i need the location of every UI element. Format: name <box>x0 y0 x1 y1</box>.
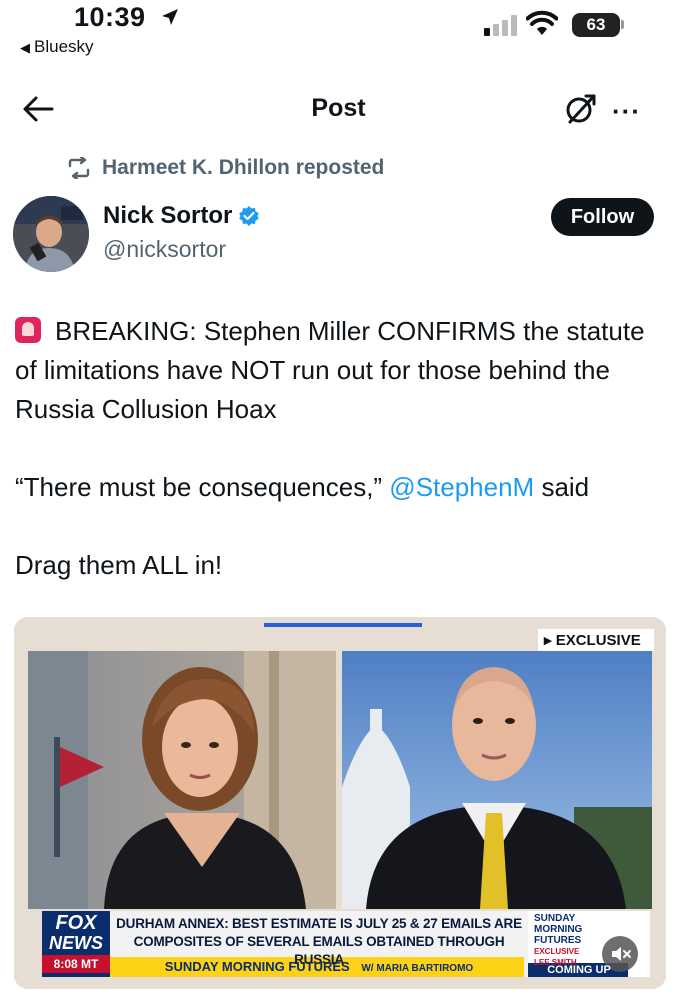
chyron-line-1: DURHAM ANNEX: BEST ESTIMATE IS JULY 25 &… <box>116 916 522 931</box>
side-logo-line-2: MORNING <box>534 924 583 935</box>
cellular-signal-icon <box>484 14 520 36</box>
side-logo-line-3: FUTURES <box>534 935 582 946</box>
mention-link[interactable]: @StephenM <box>389 472 534 502</box>
side-logo-line-1: SUNDAY <box>534 913 576 924</box>
post-paragraph-1: BREAKING: Stephen Miller CONFIRMS the st… <box>15 312 665 429</box>
mute-icon[interactable] <box>610 945 632 963</box>
fox-logo-top: FOX <box>55 912 97 934</box>
coming-up-label: COMING UP <box>547 964 611 976</box>
post-body: BREAKING: Stephen Miller CONFIRMS the st… <box>15 312 665 585</box>
siren-emoji-icon <box>15 317 41 343</box>
more-options-icon[interactable]: ··· <box>612 96 641 127</box>
back-triangle-icon: ◀ <box>20 40 30 55</box>
post-quote-said: said <box>534 472 590 502</box>
repost-indicator[interactable]: Harmeet K. Dhillon reposted <box>66 156 384 180</box>
follow-button[interactable]: Follow <box>551 198 654 236</box>
verified-badge-icon <box>239 206 260 226</box>
author-name[interactable]: Nick Sortor <box>103 202 260 230</box>
wifi-icon <box>526 10 558 35</box>
location-arrow-icon <box>162 9 178 25</box>
post-header: Post ··· <box>0 82 677 138</box>
avatar-image <box>13 196 89 272</box>
side-exclusive: EXCLUSIVE <box>534 947 580 956</box>
battery-tip <box>621 20 624 29</box>
post-paragraph-3: Drag them ALL in! <box>15 550 223 580</box>
broadcast-clock: 8:08 MT <box>53 957 99 971</box>
side-show-logo: SUNDAY MORNING FUTURES EXCLUSIVE LEE SMI… <box>534 913 614 968</box>
fox-news-logo: FOX NEWS <box>42 913 110 953</box>
back-to-app-link[interactable]: ◀ Bluesky <box>20 37 94 57</box>
battery-indicator: 63 <box>572 13 620 37</box>
show-name-bar: SUNDAY MORNING FUTURES W/ MARIA BARTIROM… <box>114 959 524 974</box>
feed-settings-icon[interactable] <box>562 92 598 126</box>
status-bar: 10:39 ◀ Bluesky 63 <box>0 0 677 62</box>
avatar[interactable] <box>13 196 89 272</box>
show-name: SUNDAY MORNING FUTURES <box>164 959 350 974</box>
host-name: W/ MARIA BARTIROMO <box>361 963 474 974</box>
post-paragraph-2: “There must be consequences,” @StephenM … <box>15 468 665 507</box>
back-app-label: Bluesky <box>34 37 94 56</box>
repost-text: Harmeet K. Dhillon reposted <box>102 156 385 179</box>
exclusive-label: ▸ EXCLUSIVE <box>544 632 641 649</box>
author-name-text: Nick Sortor <box>103 202 233 229</box>
repost-icon <box>68 157 90 179</box>
fox-logo-bottom: NEWS <box>49 933 103 953</box>
post-quote-text: “There must be consequences,” <box>15 472 390 502</box>
video-player[interactable]: ▸ EXCLUSIVE FOX NEWS 8:08 MT DURHAM ANNE… <box>14 617 666 989</box>
post-line-breaking: BREAKING: Stephen Miller CONFIRMS the st… <box>15 316 645 424</box>
status-time: 10:39 <box>74 2 146 32</box>
author-handle[interactable]: @nicksortor <box>103 236 226 263</box>
